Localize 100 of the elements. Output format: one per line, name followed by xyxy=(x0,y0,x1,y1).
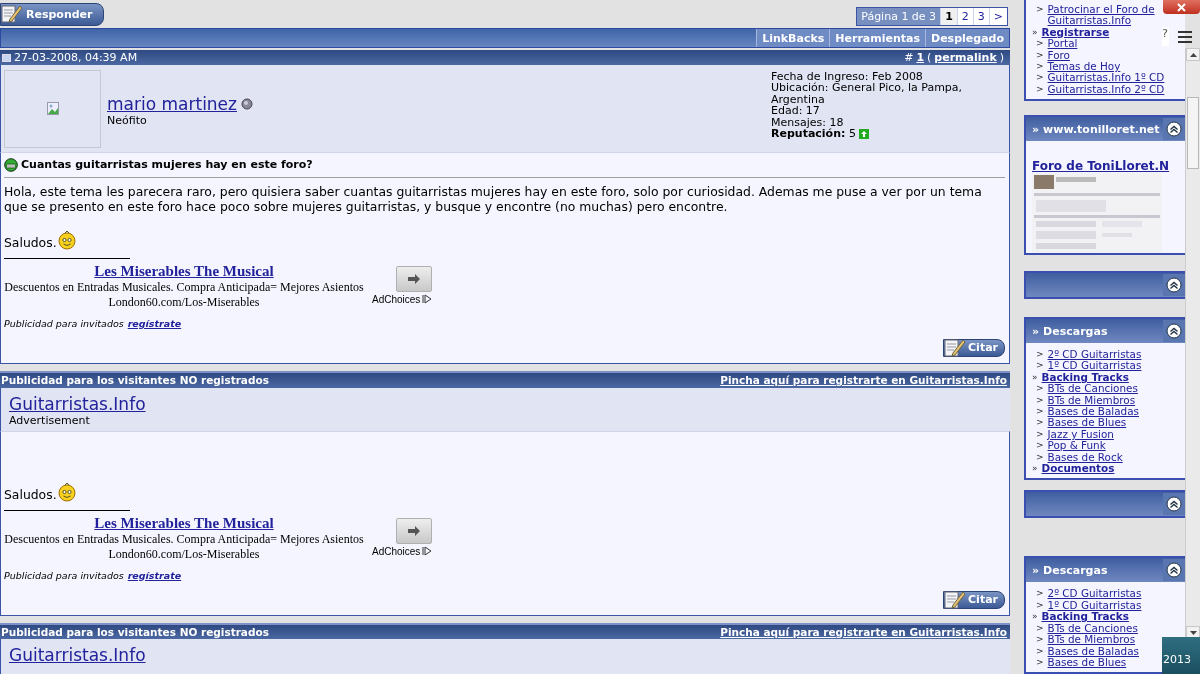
ad-title-link[interactable]: Les Miserables The Musical xyxy=(94,514,274,532)
bullet-marker: > xyxy=(1036,451,1044,464)
bullet-marker: > xyxy=(1036,83,1044,96)
sidebar-link[interactable]: Jazz y Fusion xyxy=(1047,428,1114,441)
site-label: Advertisement xyxy=(9,413,91,427)
greeting-text: Saludos. xyxy=(4,486,57,502)
collapse-button[interactable] xyxy=(1163,559,1185,582)
panel-marker: » xyxy=(1032,324,1040,338)
close-button[interactable] xyxy=(1163,0,1200,14)
reputation-icon xyxy=(858,129,869,140)
collapse-icon xyxy=(1166,323,1182,339)
reply-button[interactable]: Responder xyxy=(0,2,104,26)
guest-note: Publicidad para invitados xyxy=(4,317,124,329)
sidebar-link[interactable]: Backing Tracks xyxy=(1041,611,1129,623)
sidebar-link[interactable]: 2º CD Guitarristas xyxy=(1047,588,1142,600)
scroll-up-icon xyxy=(1189,52,1197,57)
sidebar-link[interactable]: Bases de Blues xyxy=(1047,656,1127,669)
sidebar-link[interactable]: Registrarse xyxy=(1041,26,1110,39)
register-link[interactable]: Pincha aquí para registrarte en Guitarristas.Info xyxy=(720,374,1007,387)
section-title: Publicidad para los visitantes NO registrados xyxy=(1,374,269,387)
bullet-marker: > xyxy=(1036,394,1044,407)
sidebar-link[interactable]: BTs de Canciones xyxy=(1047,622,1138,635)
bullet-marker: > xyxy=(1036,383,1044,395)
help-field-fragment[interactable]: ? xyxy=(1162,27,1169,46)
sidebar-link[interactable]: Bases de Baladas xyxy=(1047,406,1139,418)
menu-icon xyxy=(1178,31,1192,43)
bullet-marker: > xyxy=(1036,440,1044,452)
register-link[interactable]: Pincha aquí para registrarte en Guitarristas.Info xyxy=(720,625,1007,638)
sidebar-link[interactable]: BTs de Miembros xyxy=(1047,634,1136,646)
sidebar-link[interactable]: Guitarristas.Info 1º CD xyxy=(1047,72,1165,84)
smiley-icon xyxy=(57,481,76,502)
sidebar-link[interactable]: Temas de Hoy xyxy=(1047,61,1121,73)
page-link[interactable]: > xyxy=(988,7,1007,25)
post-date: 27-03-2008, 04:39 AM xyxy=(14,51,138,65)
site-link[interactable]: Guitarristas.Info xyxy=(9,393,1002,414)
sidebar-link[interactable]: Backing Tracks xyxy=(1041,371,1129,384)
bullet-marker: > xyxy=(1036,360,1044,372)
ad-arrow-button[interactable] xyxy=(396,265,433,292)
notepad-pencil-icon xyxy=(1,4,23,25)
register-link[interactable]: regístrate xyxy=(127,569,182,581)
post-number-sign: # xyxy=(904,51,914,65)
collapse-button[interactable] xyxy=(1163,493,1185,516)
sidebar-link[interactable]: Bases de Blues xyxy=(1047,417,1127,429)
collapse-button[interactable] xyxy=(1163,118,1185,140)
user-stat: Edad: 17 xyxy=(771,105,820,117)
scrollbar[interactable] xyxy=(1185,48,1200,639)
sidebar-link[interactable]: 1º CD Guitarristas xyxy=(1047,599,1142,612)
page-link[interactable]: 3 xyxy=(972,7,989,25)
sidebar-link[interactable]: Foro xyxy=(1047,49,1070,62)
sidebar-link[interactable]: Guitarristas.Info 2º CD xyxy=(1047,83,1165,96)
play-triangle-icon xyxy=(422,294,433,305)
panel-title: www.tonilloret.net xyxy=(1043,122,1160,136)
adchoices-label: AdChoices xyxy=(372,545,421,557)
sidebar-link[interactable]: 1º CD Guitarristas xyxy=(1047,360,1142,372)
scrollbar-thumb[interactable] xyxy=(1187,97,1199,169)
user-stat: Fecha de Ingreso: Feb 2008 xyxy=(771,70,923,83)
sidebar-link[interactable]: 2º CD Guitarristas xyxy=(1047,349,1142,361)
taskbar-clock: 2013 xyxy=(1163,653,1191,666)
status-dot-icon xyxy=(241,97,253,110)
page-link[interactable]: 1 xyxy=(940,7,957,25)
quote-button[interactable]: Citar xyxy=(943,338,1005,357)
panel-marker: » xyxy=(1032,122,1040,136)
ad-text: Descuentos en Entradas Musicales. Compra Anticipada= Mejores Asientos xyxy=(4,279,364,295)
sidebar-link[interactable]: Portal xyxy=(1047,38,1078,50)
site-link[interactable]: Guitarristas.Info xyxy=(9,645,1002,666)
quote-button[interactable]: Citar xyxy=(943,590,1005,609)
sidebar-link[interactable]: Pop & Funk xyxy=(1047,440,1106,452)
permalink-link[interactable]: permalink xyxy=(934,51,997,65)
parenthesis: ( xyxy=(927,51,932,65)
collapse-button[interactable] xyxy=(1163,274,1185,296)
sidebar-link[interactable]: BTs de Canciones xyxy=(1047,383,1138,395)
collapse-icon xyxy=(1166,121,1182,137)
register-link[interactable]: regístrate xyxy=(127,317,182,329)
sidebar-link[interactable]: Bases de Rock xyxy=(1047,451,1123,464)
bullet-marker: > xyxy=(1036,417,1044,429)
collapse-icon xyxy=(1166,496,1182,513)
bullet-marker: > xyxy=(1036,645,1044,657)
post-number-link[interactable]: 1 xyxy=(916,51,925,65)
sidebar-link[interactable]: BTs de Miembros xyxy=(1047,394,1136,407)
bullet-marker: > xyxy=(1036,656,1044,669)
post-icon xyxy=(2,53,11,62)
ad-url: London60.com/Los-Miserables xyxy=(108,546,260,562)
page-link[interactable]: 2 xyxy=(956,7,973,25)
ad-arrow-button[interactable] xyxy=(396,517,433,544)
collapse-button[interactable] xyxy=(1163,320,1185,342)
bullet-marker: » xyxy=(1032,26,1038,39)
panel-marker: » xyxy=(1032,563,1040,577)
sidebar-link[interactable]: Documentos xyxy=(1041,463,1115,475)
forum-link[interactable]: Foro de ToniLloret.N xyxy=(1032,159,1185,173)
bullet-marker: > xyxy=(1036,72,1044,84)
ad-title-link[interactable]: Les Miserables The Musical xyxy=(94,262,274,280)
adchoices-label: AdChoices xyxy=(372,293,421,305)
page-label: Página 1 de 3 xyxy=(857,7,941,25)
user-stat: Ubicación: General Pico, la Pampa, Argentina xyxy=(771,82,964,106)
arrow-icon xyxy=(407,524,422,537)
bullet-marker: > xyxy=(1036,406,1044,418)
sidebar-link[interactable]: Patrocinar el Foro de Guitarristas.Info xyxy=(1047,4,1185,27)
bullet-marker: > xyxy=(1036,622,1044,635)
sidebar-link[interactable]: Bases de Baladas xyxy=(1047,645,1139,657)
username-link[interactable]: mario martinez xyxy=(107,93,237,114)
